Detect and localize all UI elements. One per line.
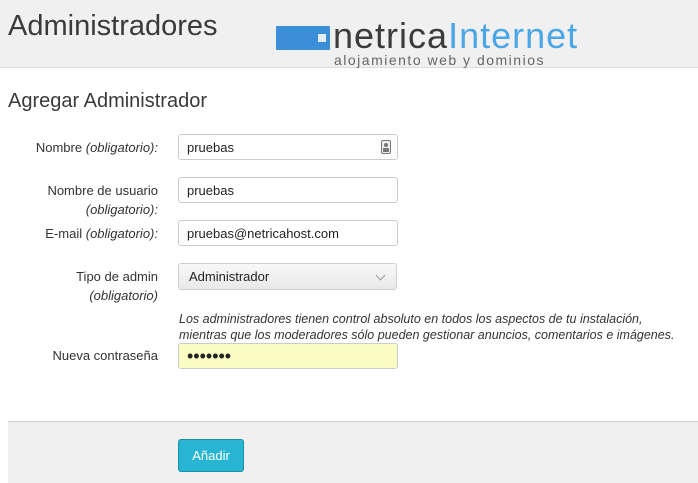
name-input[interactable]: pruebas — [178, 134, 398, 160]
logo-tagline: alojamiento web y dominios — [334, 52, 545, 68]
add-button[interactable]: Añadir — [178, 439, 244, 472]
admin-type-label: Tipo de admin (obligatorio) — [76, 269, 158, 303]
username-label: Nombre de usuario (obligatorio): — [47, 183, 158, 217]
password-label: Nueva contraseña — [52, 348, 158, 363]
admin-type-select[interactable]: Administrador — [178, 263, 397, 290]
logo-mark-icon — [276, 26, 330, 50]
page-title: Administradores — [8, 10, 218, 42]
chevron-down-icon — [375, 270, 386, 281]
form-actions: Añadir — [8, 421, 698, 483]
username-input[interactable]: pruebas — [178, 177, 398, 203]
email-label: E-mail (obligatorio): — [45, 226, 158, 241]
email-input[interactable]: pruebas@netricahost.com — [178, 220, 398, 246]
contact-card-icon[interactable] — [381, 140, 391, 154]
form-title: Agregar Administrador — [8, 90, 207, 112]
name-label: Nombre (obligatorio): — [35, 140, 158, 155]
admin-type-help-text: Los administradores tienen control absol… — [179, 312, 675, 342]
password-input[interactable]: ••••••• — [178, 343, 398, 369]
page-header: Administradores netricaInternet alojamie… — [0, 0, 698, 68]
brand-logo[interactable]: netricaInternet alojamiento web y domini… — [276, 15, 616, 68]
logo-wordmark: netricaInternet — [333, 15, 579, 56]
